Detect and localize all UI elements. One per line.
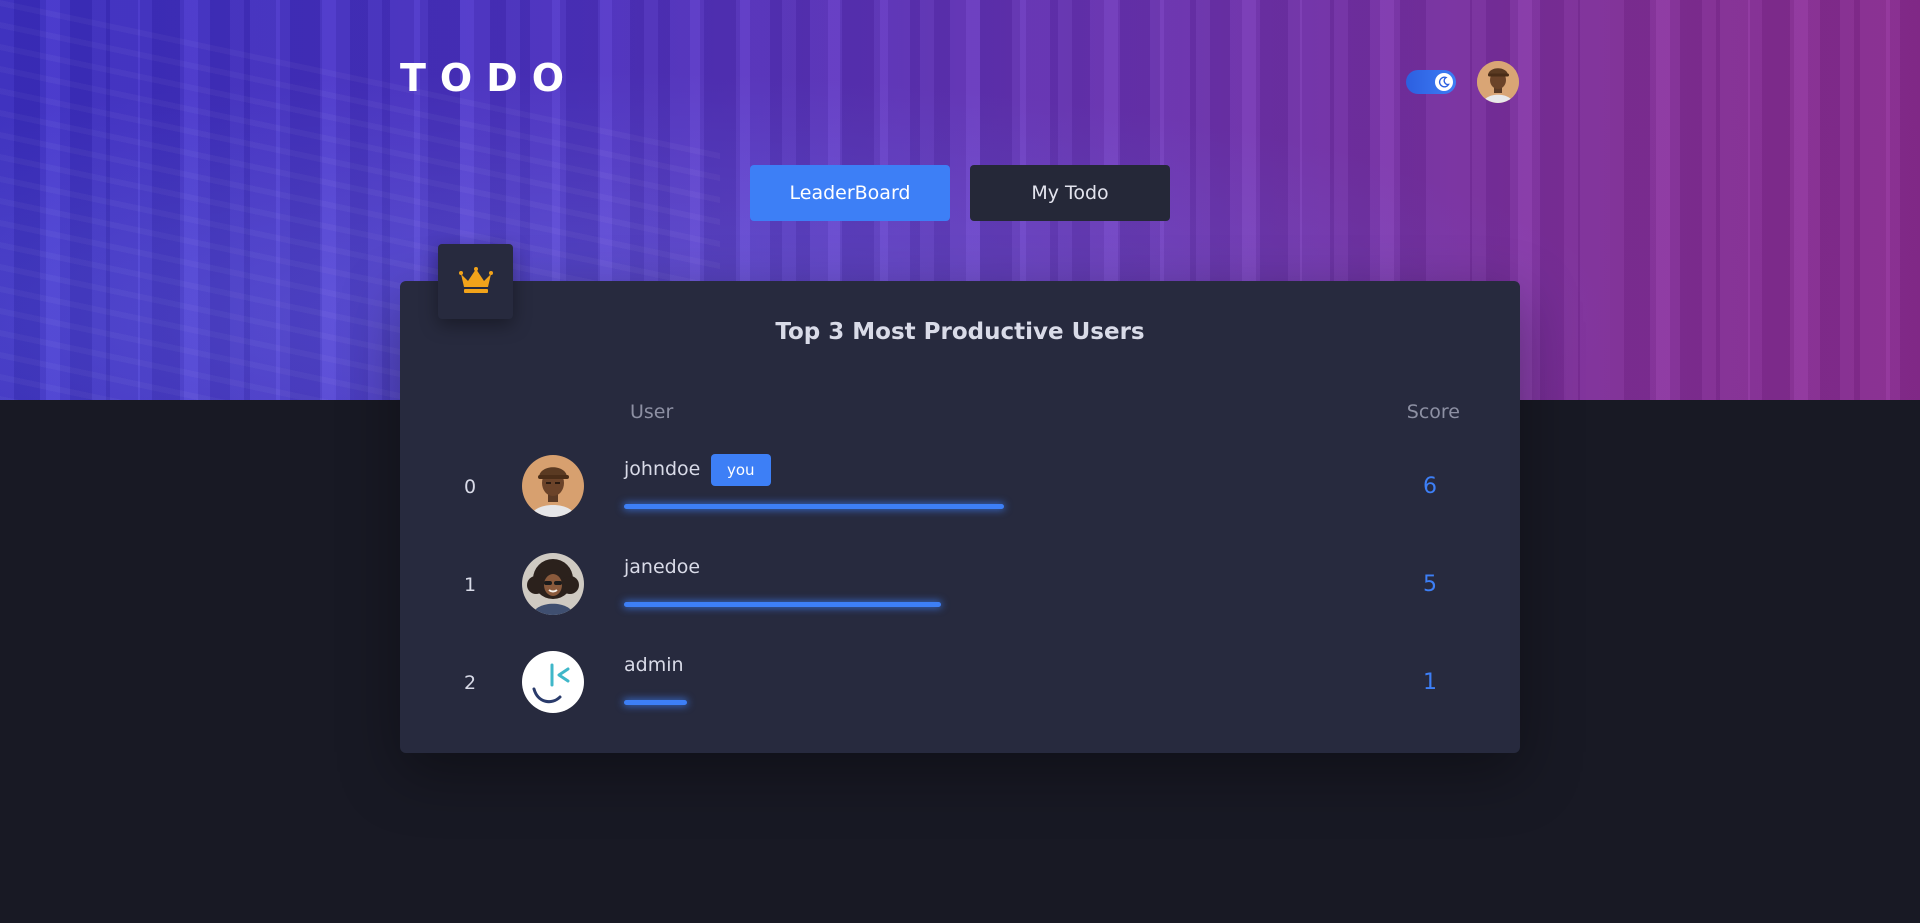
username-text: johndoe xyxy=(624,458,701,480)
username-text: janedoe xyxy=(624,556,701,578)
score-bar-track xyxy=(624,504,1224,510)
username[interactable]: janedoe xyxy=(624,556,700,578)
username[interactable]: admin xyxy=(624,654,684,676)
view-tabs: LeaderBoard My Todo xyxy=(750,165,1170,221)
score-bar xyxy=(624,602,941,607)
leaderboard-row: 0 johndoe you 6 xyxy=(400,452,1520,532)
score-value: 5 xyxy=(1423,572,1437,597)
user-avatar[interactable] xyxy=(1477,61,1519,103)
score-bar xyxy=(624,700,687,705)
score-bar-track xyxy=(624,700,1224,706)
crown-icon xyxy=(458,266,493,298)
username-text: admin xyxy=(624,654,684,676)
theme-toggle[interactable] xyxy=(1406,70,1456,94)
score-value: 1 xyxy=(1423,670,1437,695)
column-header-score: Score xyxy=(1406,401,1460,423)
rank-number: 0 xyxy=(463,476,477,498)
woman-curly-avatar xyxy=(522,553,584,615)
leaderboard-title: Top 3 Most Productive Users xyxy=(775,319,1145,345)
leaderboard-card: Top 3 Most Productive Users User Score 0… xyxy=(400,281,1520,753)
moon-icon xyxy=(1435,73,1453,91)
you-badge: you xyxy=(711,454,771,486)
leaderboard-row: 1 janedoe 5 xyxy=(400,550,1520,630)
leaderboard-badge xyxy=(438,244,513,319)
rank-number: 1 xyxy=(463,574,477,596)
rank-number: 2 xyxy=(463,672,477,694)
score-bar-track xyxy=(624,602,1224,608)
leaderboard-row: 2 admin 1 xyxy=(400,648,1520,728)
column-header-user: User xyxy=(630,401,674,423)
app-logo[interactable]: TODO xyxy=(400,56,578,100)
tab-leaderboard[interactable]: LeaderBoard xyxy=(750,165,950,221)
man-cap-avatar xyxy=(522,455,584,517)
score-bar xyxy=(624,504,1004,509)
app-logo-avatar xyxy=(522,651,584,713)
tab-my-todo[interactable]: My Todo xyxy=(970,165,1170,221)
score-value: 6 xyxy=(1423,474,1437,499)
username[interactable]: johndoe xyxy=(624,458,700,480)
